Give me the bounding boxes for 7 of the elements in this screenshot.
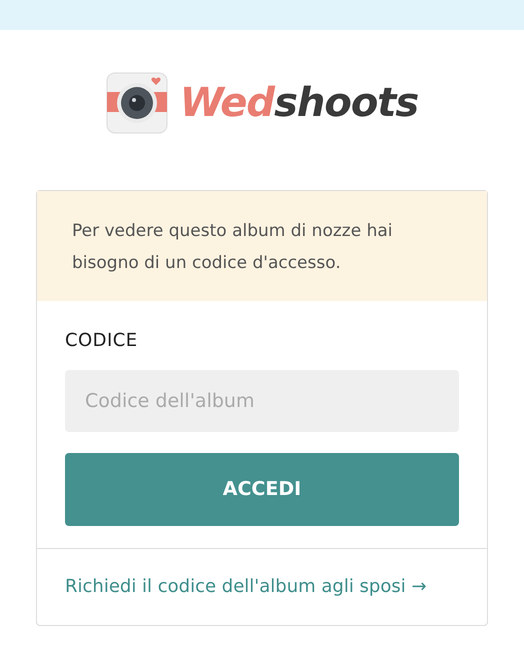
submit-button[interactable]: ACCEDI [65, 453, 459, 526]
logo-wordmark: Wedshoots [180, 83, 418, 123]
request-code-link[interactable]: Richiedi il codice dell'album agli sposi → [65, 576, 427, 597]
code-input-field[interactable]: Codice dell'album [65, 370, 459, 432]
field-label: CODICE [65, 329, 139, 353]
notice-text: Per vedere questo album di nozze hai bisogno di un codice d'accesso. [72, 220, 394, 275]
camera-icon [106, 72, 168, 134]
